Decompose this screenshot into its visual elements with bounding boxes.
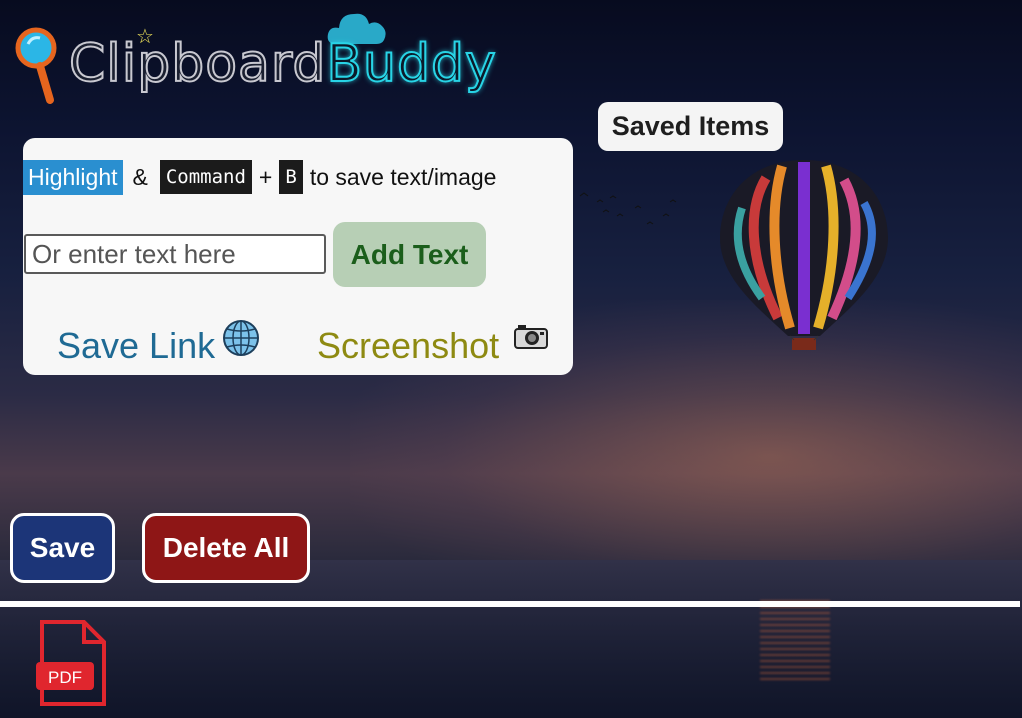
shortcut-instructions: Highlight & Command + B to save text/ima… — [23, 159, 496, 195]
screenshot-button[interactable]: Screenshot — [317, 325, 499, 367]
pdf-icon[interactable]: PDF — [36, 620, 108, 706]
highlight-label: Highlight — [23, 159, 123, 195]
capture-panel: Highlight & Command + B to save text/ima… — [23, 138, 573, 375]
background-sea — [0, 560, 1022, 718]
saved-items-button[interactable]: Saved Items — [598, 102, 783, 151]
svg-text:PDF: PDF — [48, 668, 82, 687]
instructions-tail: to save text/image — [309, 163, 497, 190]
globe-icon[interactable] — [222, 319, 260, 357]
camera-icon[interactable] — [514, 322, 548, 350]
command-key: Command — [159, 160, 252, 194]
logo-word-buddy: Buddy — [325, 33, 497, 95]
divider-line — [0, 601, 1020, 607]
add-text-button[interactable]: Add Text — [333, 222, 486, 287]
birds-decoration — [579, 192, 677, 225]
magnifier-icon — [15, 27, 57, 104]
save-link-button[interactable]: Save Link — [57, 325, 215, 367]
balloon-reflection — [760, 600, 830, 680]
b-key: B — [279, 160, 303, 194]
save-button[interactable]: Save — [10, 513, 115, 583]
plus-sign: + — [258, 163, 273, 190]
logo-wordmark: ClipboardBuddy — [68, 33, 497, 95]
ampersand: & — [132, 163, 148, 190]
app-logo: ☆ ClipboardBuddy — [14, 8, 497, 108]
delete-all-button[interactable]: Delete All — [142, 513, 310, 583]
logo-word-clipboard: Clipboard — [68, 33, 327, 95]
hot-air-balloon-image — [720, 160, 888, 350]
text-entry-input[interactable] — [24, 234, 326, 274]
